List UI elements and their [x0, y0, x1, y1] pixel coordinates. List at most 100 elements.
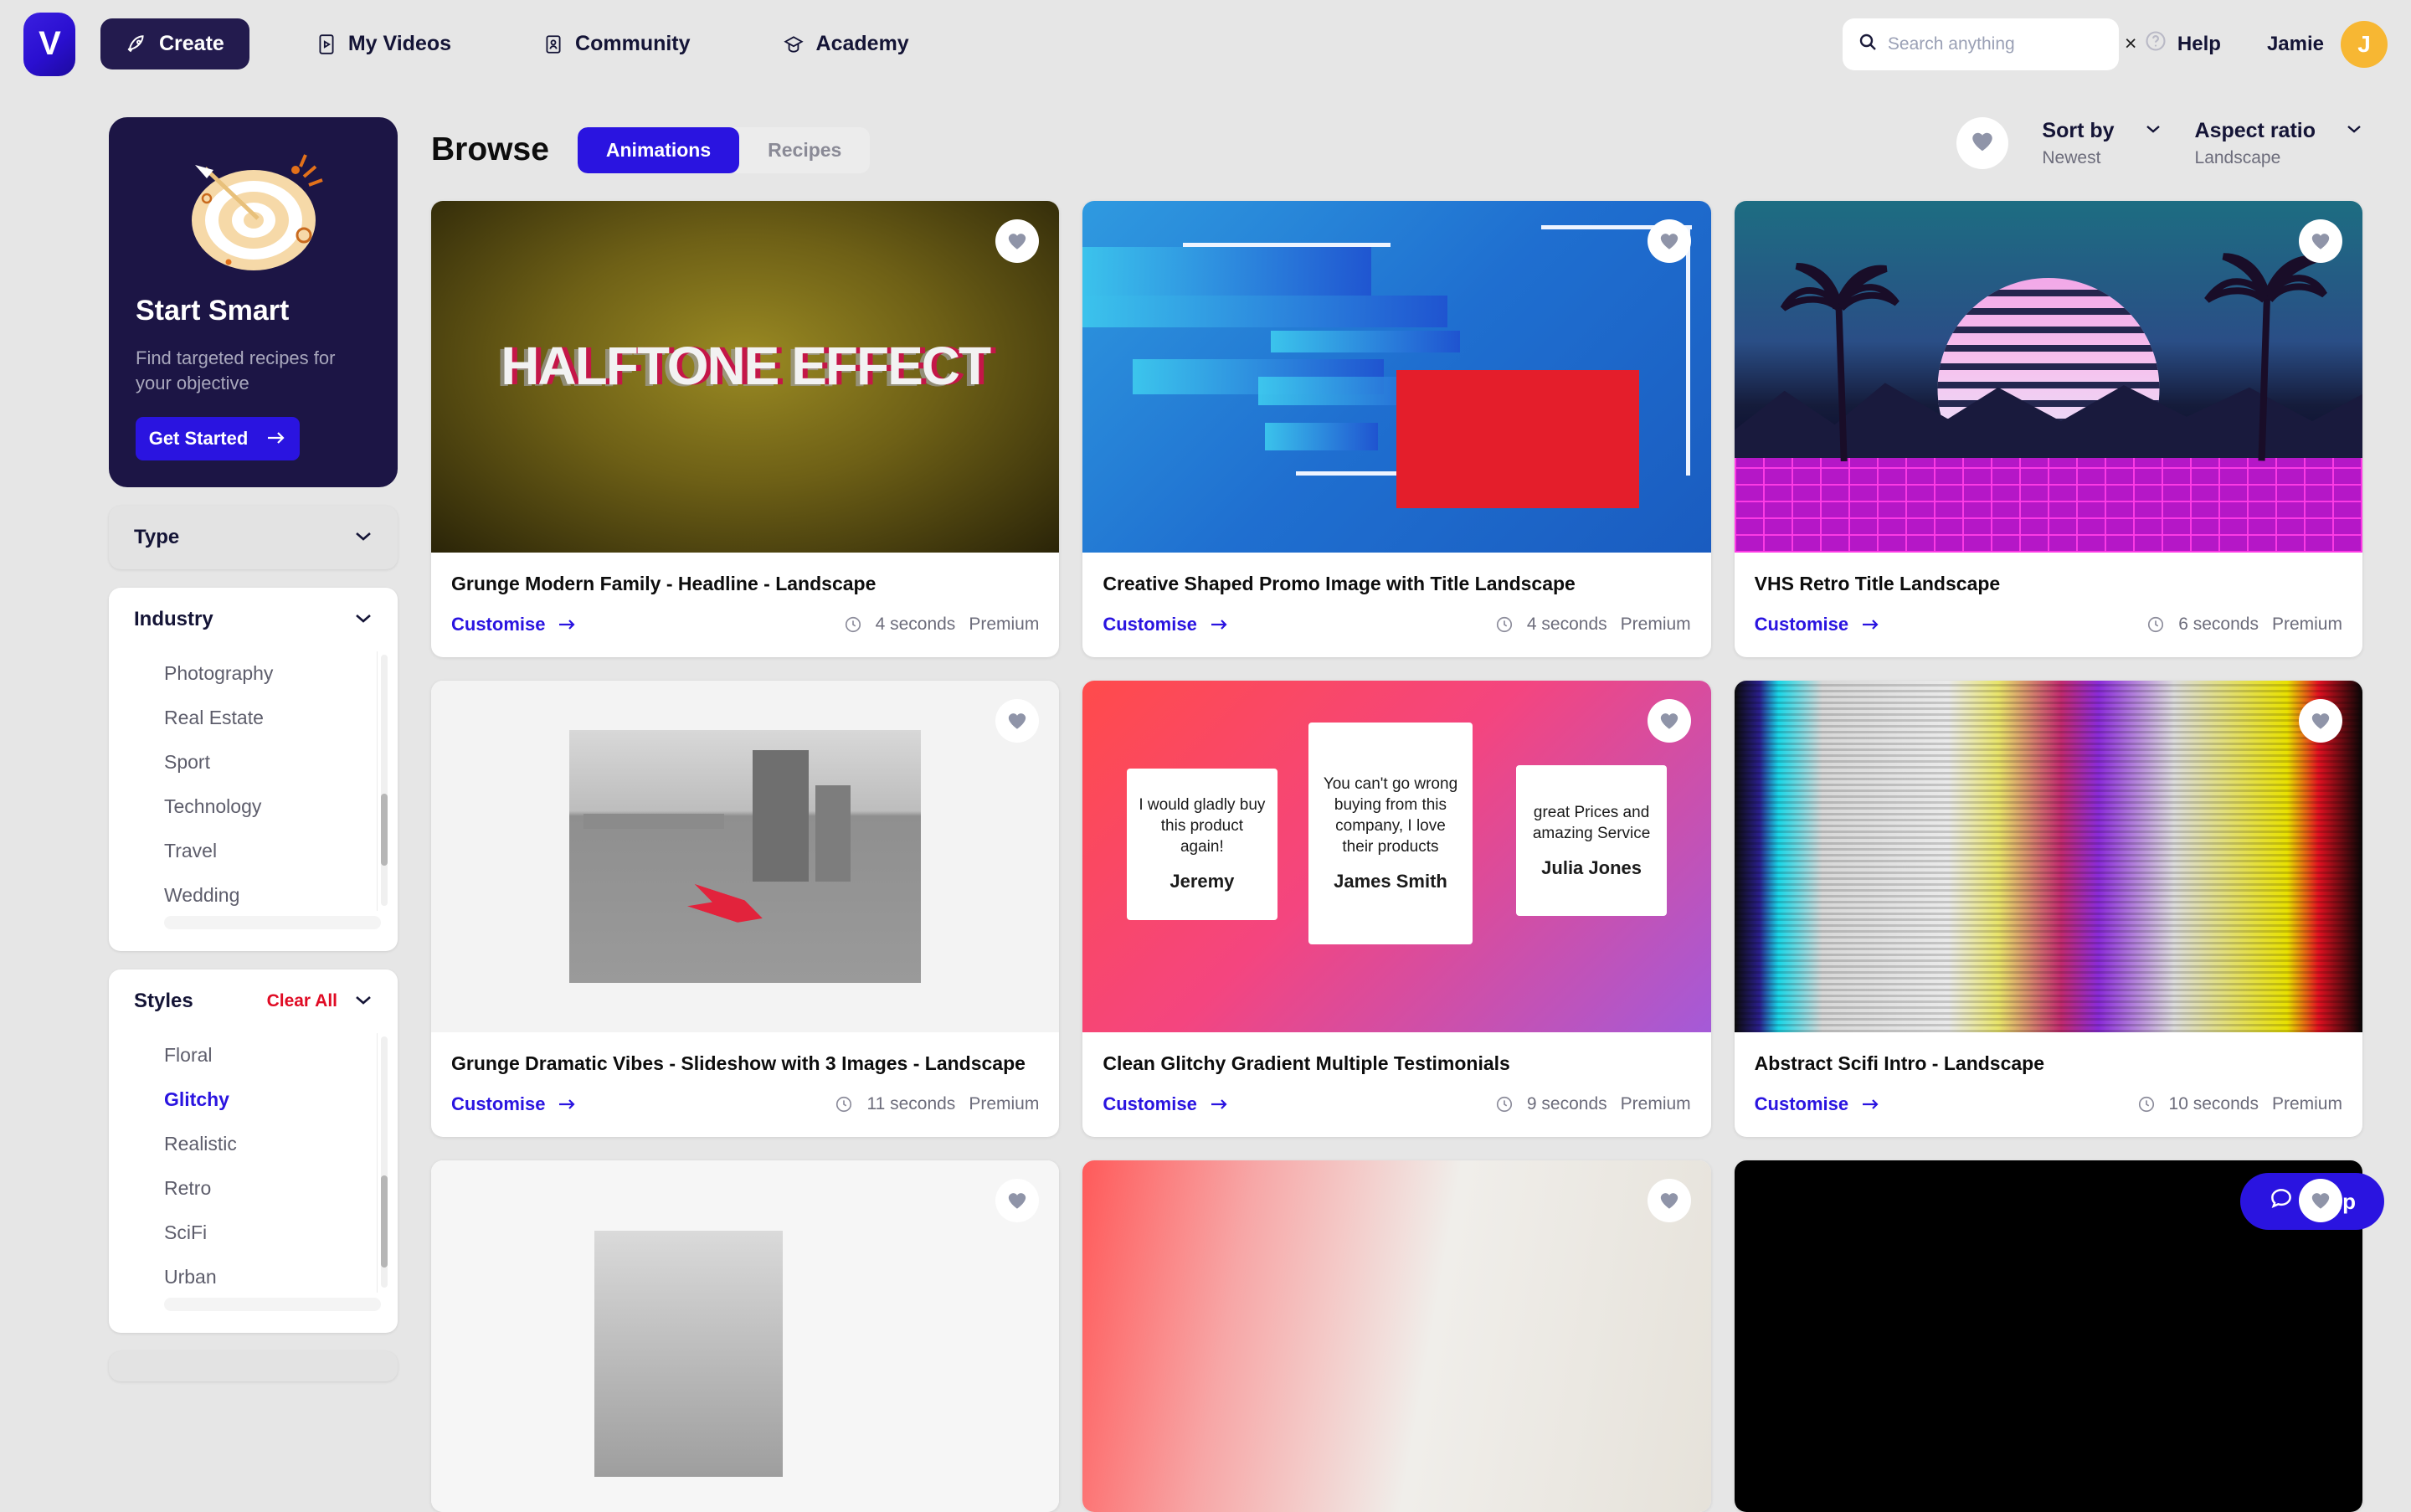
main-content: Browse Animations Recipes Sort by	[431, 117, 2411, 183]
styles-horizontal-scrollbar[interactable]	[164, 1298, 381, 1311]
thumbnail-pink-office[interactable]	[1082, 1160, 1710, 1512]
card-body: VHS Retro Title Landscape Customise 6 se…	[1735, 553, 2362, 657]
animation-card[interactable]: Abstract Scifi Intro - Landscape Customi…	[1735, 681, 2362, 1137]
avatar[interactable]: J	[2341, 21, 2388, 68]
nav-item-academy[interactable]: Academy	[758, 18, 934, 69]
animation-card[interactable]: Grunge Dramatic Vibes - Slideshow with 3…	[431, 681, 1059, 1137]
filter-item-photography[interactable]: Photography	[164, 651, 377, 696]
filter-item-scifi[interactable]: SciFi	[164, 1211, 377, 1255]
heart-icon	[1658, 1191, 1680, 1211]
thumbnail-blue-promo-shapes[interactable]	[1082, 201, 1710, 553]
primary-nav: Create My Videos Community	[100, 18, 934, 69]
industry-scrollbar-thumb[interactable]	[381, 794, 388, 866]
nav-item-my-videos[interactable]: My Videos	[291, 18, 476, 69]
filter-item-floral[interactable]: Floral	[164, 1033, 377, 1077]
customise-button[interactable]: Customise	[1103, 1093, 1228, 1115]
filter-header-industry[interactable]: Industry	[109, 588, 398, 651]
favourite-toggle[interactable]	[1648, 219, 1691, 263]
tab-recipes[interactable]: Recipes	[739, 127, 870, 173]
sort-by-dropdown[interactable]: Sort by Newest	[2042, 119, 2161, 168]
nav-item-community[interactable]: Community	[518, 18, 716, 69]
promo-card-start-smart: Start Smart Find targeted recipes for yo…	[109, 117, 398, 487]
favourite-toggle[interactable]	[2299, 1179, 2342, 1222]
thumbnail-white-slideshow[interactable]	[431, 1160, 1059, 1512]
filter-header-type[interactable]: Type	[109, 506, 398, 569]
customise-button[interactable]: Customise	[1755, 1093, 1880, 1115]
customise-button[interactable]: Customise	[1755, 614, 1880, 635]
favourite-toggle[interactable]	[995, 1179, 1039, 1222]
filter-item-realistic[interactable]: Realistic	[164, 1122, 377, 1166]
thumbnail-gradient-testimonials[interactable]: I would gladly buy this product again! J…	[1082, 681, 1710, 1032]
favourites-filter-button[interactable]	[1956, 117, 2008, 169]
customise-button[interactable]: Customise	[1103, 614, 1228, 635]
chevron-down-icon[interactable]	[2346, 123, 2362, 138]
filter-item-wedding[interactable]: Wedding	[164, 873, 377, 911]
thumbnail-rgb-glitch[interactable]	[1735, 681, 2362, 1032]
styles-scrollbar-thumb[interactable]	[381, 1175, 388, 1268]
chevron-down-icon[interactable]	[2145, 123, 2162, 138]
favourite-toggle[interactable]	[995, 219, 1039, 263]
chevron-down-icon[interactable]	[354, 994, 373, 1010]
industry-horizontal-scrollbar[interactable]	[164, 916, 381, 929]
favourite-toggle[interactable]	[1648, 699, 1691, 743]
search-input[interactable]	[1888, 34, 2115, 54]
filter-item-travel[interactable]: Travel	[164, 829, 377, 873]
animation-card[interactable]	[1082, 1160, 1710, 1512]
top-navigation-bar: V Create My Videos	[0, 0, 2411, 88]
get-started-button[interactable]: Get Started	[136, 417, 300, 460]
filter-header-styles[interactable]: Styles Clear All	[109, 969, 398, 1033]
chevron-down-icon[interactable]	[354, 612, 373, 628]
card-duration: 6 seconds	[2178, 615, 2259, 635]
animation-card[interactable]	[431, 1160, 1059, 1512]
customise-button[interactable]: Customise	[451, 614, 577, 635]
clear-search-icon[interactable]: ×	[2125, 33, 2137, 54]
tab-animations[interactable]: Animations	[578, 127, 739, 173]
chevron-down-icon[interactable]	[354, 530, 373, 546]
user-name[interactable]: Jamie	[2267, 33, 2324, 56]
filter-item-glitchy[interactable]: Glitchy	[164, 1077, 377, 1122]
animation-card[interactable]: VHS Retro Title Landscape Customise 6 se…	[1735, 201, 2362, 657]
palm-tree-right	[2180, 243, 2343, 460]
arrow-right-icon	[1211, 1098, 1229, 1110]
help-link[interactable]: Help	[2144, 29, 2221, 59]
filter-item-real-estate[interactable]: Real Estate	[164, 696, 377, 740]
thumbnail-greyscale-city-arrow[interactable]	[431, 681, 1059, 1032]
filter-item-technology[interactable]: Technology	[164, 784, 377, 829]
filter-group-next[interactable]	[109, 1351, 398, 1381]
thumbnail-halftone-effect[interactable]: HALFTONE EFFECT	[431, 201, 1059, 553]
animation-card[interactable]: I would gladly buy this product again! J…	[1082, 681, 1710, 1137]
card-title: Creative Shaped Promo Image with Title L…	[1103, 573, 1690, 595]
search-box[interactable]: ×	[1843, 18, 2119, 70]
favourite-toggle[interactable]	[995, 699, 1039, 743]
card-body: Grunge Dramatic Vibes - Slideshow with 3…	[431, 1032, 1059, 1137]
filter-item-urban[interactable]: Urban	[164, 1255, 377, 1293]
customise-label: Customise	[1755, 1093, 1848, 1115]
animation-card[interactable]: HALFTONE EFFECT Grunge Modern Family - H…	[431, 201, 1059, 657]
app-logo[interactable]: V	[23, 13, 75, 76]
aspect-ratio-dropdown[interactable]: Aspect ratio Landscape	[2195, 119, 2362, 168]
filter-list-styles: Floral Glitchy Realistic Retro SciFi Urb…	[109, 1033, 398, 1333]
heart-icon	[2310, 231, 2331, 251]
filter-item-sport[interactable]: Sport	[164, 740, 377, 784]
filter-title-industry: Industry	[134, 608, 213, 631]
favourite-toggle[interactable]	[1648, 1179, 1691, 1222]
favourite-toggle[interactable]	[2299, 699, 2342, 743]
aspect-ratio-label: Aspect ratio	[2195, 119, 2316, 143]
city-photo	[569, 730, 921, 983]
clear-all-button[interactable]: Clear All	[267, 991, 337, 1011]
filter-scroll-industry[interactable]: Photography Real Estate Sport Technology…	[109, 651, 378, 911]
arrow-right-icon	[1862, 619, 1880, 630]
customise-button[interactable]: Customise	[451, 1093, 577, 1115]
heart-icon	[1006, 711, 1028, 731]
filter-group-type[interactable]: Type	[109, 506, 398, 569]
animation-card[interactable]: Creative Shaped Promo Image with Title L…	[1082, 201, 1710, 657]
favourite-toggle[interactable]	[2299, 219, 2342, 263]
filter-scroll-styles[interactable]: Floral Glitchy Realistic Retro SciFi Urb…	[109, 1033, 378, 1293]
industry-scrollbar-track[interactable]	[381, 655, 388, 906]
browse-controls: Sort by Newest Aspect ratio Landscape	[1956, 117, 2362, 169]
filter-item-retro[interactable]: Retro	[164, 1166, 377, 1211]
filter-title-styles: Styles	[134, 990, 193, 1013]
browse-tabs: Animations Recipes	[578, 127, 870, 173]
thumbnail-synthwave-sunset[interactable]	[1735, 201, 2362, 553]
nav-item-create[interactable]: Create	[100, 18, 249, 69]
